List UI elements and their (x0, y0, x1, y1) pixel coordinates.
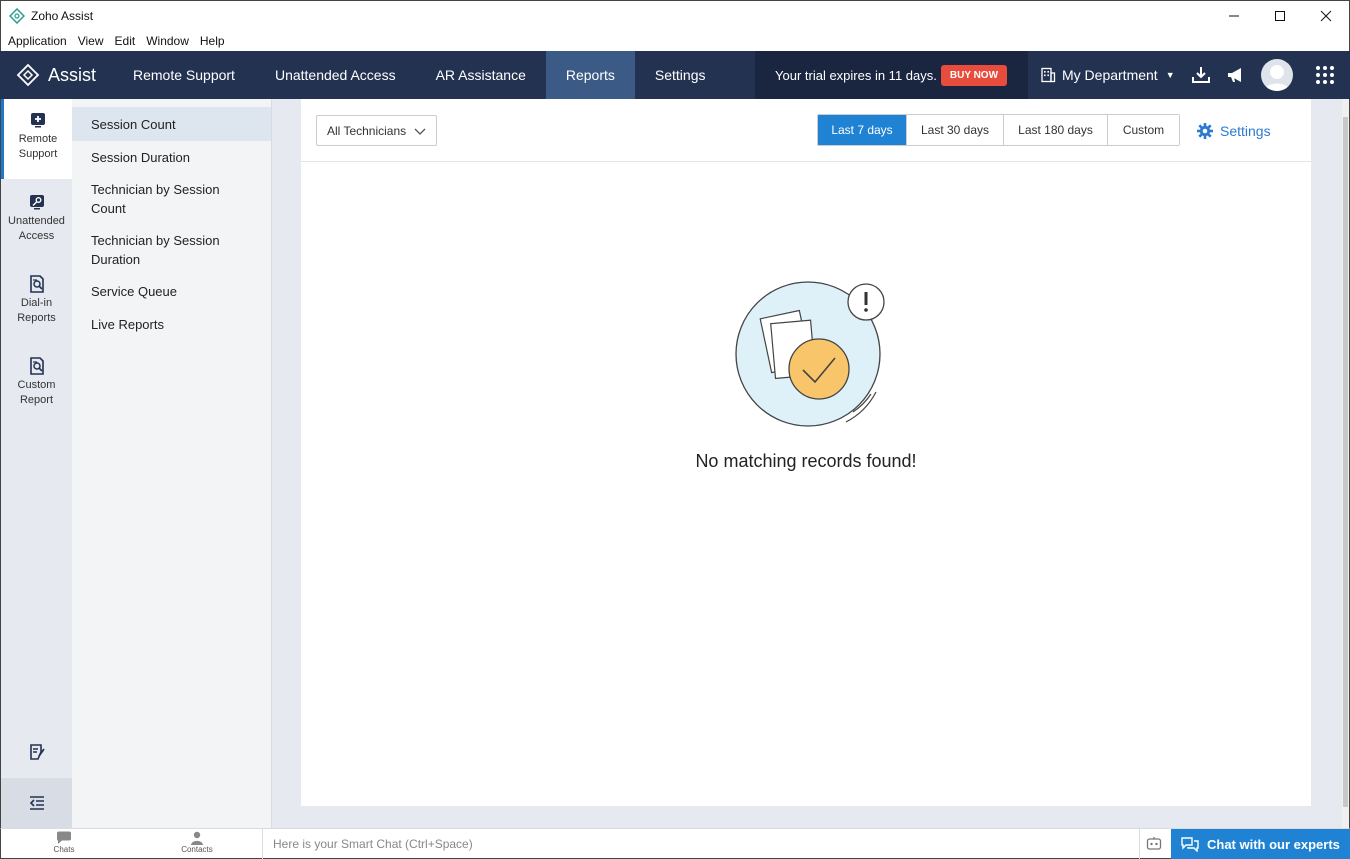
subnav-label: Technician by Session (91, 182, 220, 197)
technician-select[interactable]: All Technicians (316, 115, 437, 146)
chat-bubble-icon (57, 831, 71, 844)
reports-subnav: Session Count Session Duration Technicia… (72, 99, 272, 828)
subnav-label: Session Duration (91, 150, 190, 165)
window-title: Zoho Assist (31, 8, 94, 23)
range-last-30-days[interactable]: Last 30 days (907, 115, 1004, 145)
technician-select-value: All Technicians (327, 123, 407, 138)
window-title-bar: Zoho Assist (0, 0, 1350, 30)
buy-now-button[interactable]: BUY NOW (940, 64, 1008, 86)
subnav-item-live-reports[interactable]: Live Reports (72, 315, 271, 334)
tab-unattended-access[interactable]: Unattended Access (255, 51, 416, 99)
menu-window[interactable]: Window (146, 34, 189, 48)
subnav-label: Duration (91, 252, 141, 267)
bottom-bar: Chats Contacts Here is your Smart Chat (… (0, 828, 1350, 859)
tab-reports[interactable]: Reports (545, 51, 635, 99)
scrollbar-thumb[interactable] (1343, 117, 1348, 807)
contacts-icon (191, 831, 203, 845)
department-selector[interactable]: My Department ▼ (1040, 51, 1175, 99)
date-range-group: Last 7 days Last 30 days Last 180 days C… (817, 114, 1180, 146)
chats-label: Chats (53, 845, 75, 854)
menu-bar: Application View Edit Window Help (0, 30, 1350, 51)
download-icon[interactable] (1191, 65, 1211, 85)
trial-banner: Your trial expires in 11 days. BUY NOW (755, 51, 1028, 99)
report-search-icon (29, 275, 44, 293)
range-last-180-days[interactable]: Last 180 days (1004, 115, 1108, 145)
subnav-label: Service Queue (91, 284, 177, 299)
zoho-assist-logo-icon (9, 7, 25, 24)
close-icon[interactable] (1303, 1, 1349, 31)
range-last-7-days[interactable]: Last 7 days (818, 115, 907, 145)
rail-item-unattended-access[interactable]: Unattended Access (1, 181, 72, 261)
subnav-item-session-duration[interactable]: Session Duration (72, 148, 271, 167)
rail-label: Remote (18, 133, 58, 145)
key-icon (29, 195, 44, 210)
rail-label: Custom (17, 379, 56, 391)
rail-item-dial-in-reports[interactable]: Dial-in Reports (1, 263, 72, 343)
chat-experts-icon (1181, 837, 1199, 852)
report-search-icon (29, 357, 44, 375)
maximize-icon[interactable] (1257, 1, 1303, 31)
tab-settings[interactable]: Settings (635, 51, 726, 99)
announcement-icon[interactable] (1226, 65, 1246, 85)
rail-label: Dial-in (20, 297, 53, 309)
subnav-label: Session Count (91, 116, 176, 132)
contacts-label: Contacts (181, 845, 213, 854)
minimize-icon[interactable] (1211, 1, 1257, 31)
collapse-icon[interactable] (1, 778, 72, 828)
report-panel: All Technicians Last 7 days Last 30 days… (301, 99, 1311, 806)
tab-ar-assistance[interactable]: AR Assistance (416, 51, 546, 99)
rail-item-custom-report[interactable]: Custom Report (1, 345, 72, 425)
tab-remote-support[interactable]: Remote Support (113, 51, 255, 99)
gear-icon (1197, 123, 1213, 139)
menu-help[interactable]: Help (200, 34, 225, 48)
subnav-label: Technician by Session (91, 233, 220, 248)
caret-down-icon: ▼ (1165, 70, 1175, 80)
assist-logo-icon (16, 63, 40, 87)
avatar[interactable] (1261, 59, 1293, 91)
department-label: My Department (1062, 67, 1158, 83)
rail-label: Unattended (8, 215, 65, 227)
menu-application[interactable]: Application (8, 34, 67, 48)
empty-state-message: No matching records found! (695, 451, 917, 471)
trial-text: Your trial expires in 11 days. (775, 67, 937, 83)
smart-chat-input[interactable]: Here is your Smart Chat (Ctrl+Space) (262, 829, 1140, 859)
rail-label: Report (19, 394, 54, 406)
chats-button[interactable]: Chats (34, 831, 94, 854)
smart-chat-placeholder: Here is your Smart Chat (Ctrl+Space) (273, 837, 473, 851)
chat-with-experts-button[interactable]: Chat with our experts (1171, 829, 1350, 859)
feedback-icon[interactable] (1, 727, 72, 777)
left-icon-rail: Remote Support Unattended Access Dial-in… (0, 99, 72, 828)
menu-view[interactable]: View (78, 34, 104, 48)
rail-label: Access (18, 230, 55, 242)
building-icon (1041, 67, 1056, 83)
vertical-scrollbar[interactable] (1342, 99, 1350, 828)
assist-logo[interactable]: Assist (0, 63, 113, 87)
plus-box-icon (31, 113, 45, 128)
top-navigation: Assist Remote Support Unattended Access … (0, 51, 1350, 99)
contacts-button[interactable]: Contacts (167, 831, 227, 854)
rail-item-remote-support[interactable]: Remote Support (1, 99, 72, 179)
subnav-label: Live Reports (91, 317, 164, 332)
menu-edit[interactable]: Edit (115, 34, 136, 48)
subnav-label: Count (91, 201, 126, 216)
range-custom[interactable]: Custom (1108, 115, 1179, 145)
apps-grid-icon[interactable] (1315, 65, 1335, 85)
subnav-item-session-count[interactable]: Session Count (72, 107, 271, 141)
subnav-item-technician-by-session-count[interactable]: Technician by Session Count (72, 180, 271, 218)
filter-bar: All Technicians Last 7 days Last 30 days… (301, 99, 1311, 162)
subnav-item-technician-by-session-duration[interactable]: Technician by Session Duration (72, 231, 271, 269)
rail-label: Support (18, 148, 58, 160)
chat-experts-label: Chat with our experts (1207, 836, 1340, 852)
logo-text: Assist (48, 64, 97, 85)
subnav-item-service-queue[interactable]: Service Queue (72, 282, 271, 301)
empty-state-illustration (735, 281, 885, 427)
settings-link-label: Settings (1220, 123, 1271, 139)
report-settings-link[interactable]: Settings (1196, 122, 1271, 140)
smart-chat-bot-icon[interactable] (1146, 836, 1162, 857)
rail-label: Reports (17, 312, 56, 324)
chevron-down-icon (414, 128, 426, 135)
